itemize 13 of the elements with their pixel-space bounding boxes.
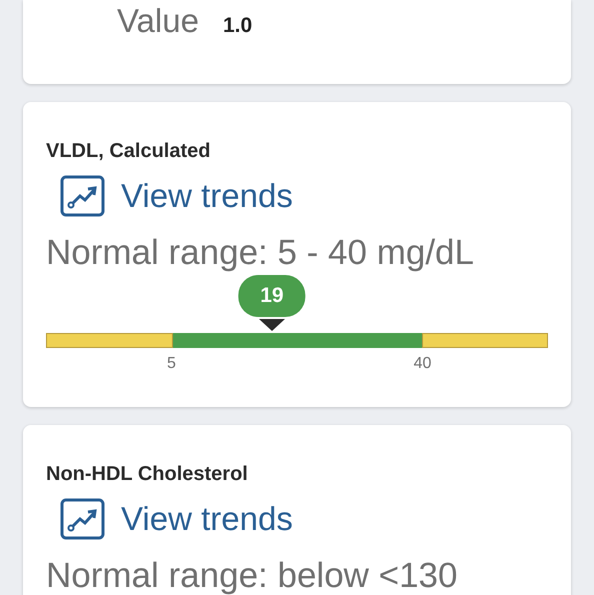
value-text: 1.0: [222, 14, 252, 38]
view-trends-link[interactable]: View trends: [60, 175, 293, 217]
view-trends-link[interactable]: View trends: [60, 498, 293, 540]
normal-range-text: Normal range: below <130: [46, 556, 458, 595]
normal-range-text: Normal range: 5 - 40 mg/dL: [46, 233, 475, 273]
trend-chart-icon: [60, 498, 105, 540]
value-label: Value: [117, 2, 199, 40]
tick-label: 5: [167, 355, 176, 373]
trend-chart-icon: [60, 175, 105, 217]
value-bubble: 19: [238, 275, 306, 317]
test-title: Non-HDL Cholesterol: [46, 463, 249, 486]
tick-label: 40: [414, 355, 432, 373]
test-title: VLDL, Calculated: [46, 140, 212, 163]
